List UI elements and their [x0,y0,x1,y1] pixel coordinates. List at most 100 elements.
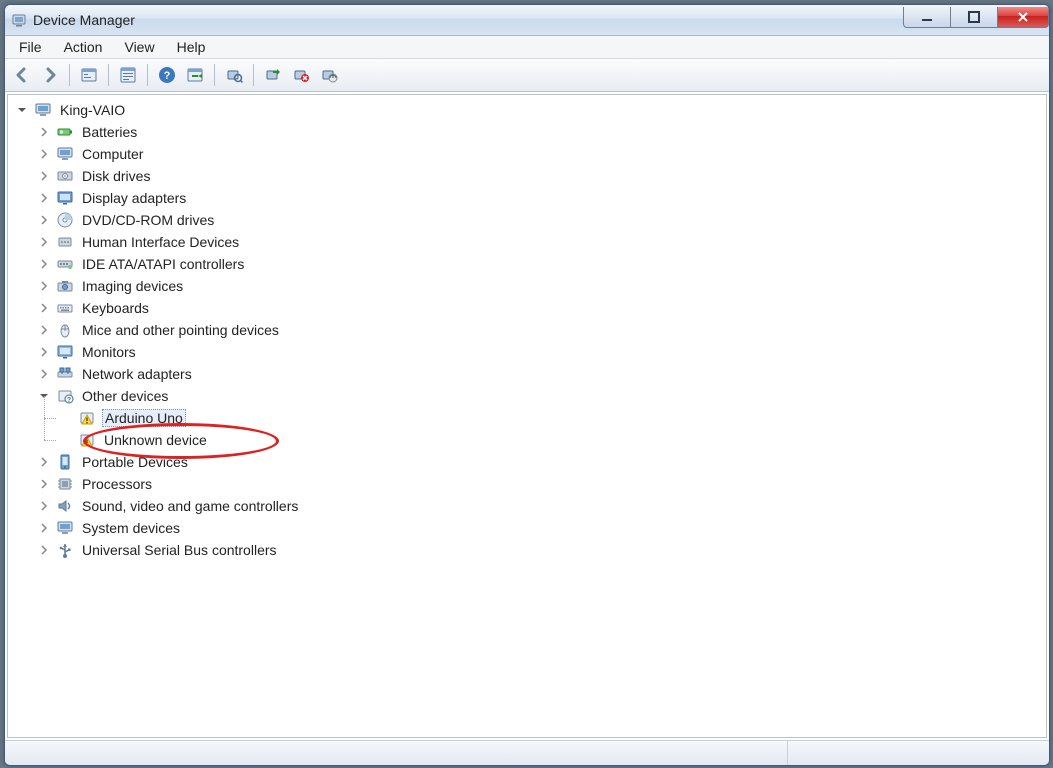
tree-item-label: Arduino Uno [102,409,186,427]
toolbar: ? [5,59,1049,92]
expand-icon[interactable] [38,544,50,556]
expand-icon[interactable] [38,302,50,314]
expand-icon[interactable] [38,126,50,138]
tree-item-label: Portable Devices [80,454,190,470]
status-cell [5,741,788,765]
tree-item-display-adapters[interactable]: Display adapters [36,187,1046,209]
statusbar [5,740,1049,765]
tree-item-label: Disk drives [80,168,152,184]
tree-item-ide[interactable]: IDE ATA/ATAPI controllers [36,253,1046,275]
expand-icon[interactable] [38,346,50,358]
back-button[interactable] [9,62,35,88]
tree-root[interactable]: King-VAIO [14,99,1046,121]
tree-item-computer[interactable]: Computer [36,143,1046,165]
expand-icon[interactable] [38,456,50,468]
disable-button[interactable] [316,62,342,88]
tree-item-portable[interactable]: Portable Devices [36,451,1046,473]
tree-item-label: Human Interface Devices [80,234,241,250]
tree-item-label: IDE ATA/ATAPI controllers [80,256,246,272]
menubar: File Action View Help [5,36,1049,59]
help-button[interactable]: ? [154,62,180,88]
dvd-icon [56,211,74,229]
other-icon: ? [56,387,74,405]
app-icon [11,12,27,28]
expand-icon[interactable] [38,192,50,204]
warning-device-icon [78,431,96,449]
tree-root-label: King-VAIO [58,102,127,118]
tree-item-batteries[interactable]: Batteries [36,121,1046,143]
minimize-button[interactable] [903,7,950,28]
tree-item-label: Sound, video and game controllers [80,498,300,514]
tree-item-imaging[interactable]: Imaging devices [36,275,1046,297]
window-title: Device Manager [33,12,135,28]
monitor-icon [56,343,74,361]
menu-action[interactable]: Action [54,37,113,57]
tree-item-label: Unknown device [102,432,209,448]
expand-icon[interactable] [38,324,50,336]
tree-item-label: Network adapters [80,366,194,382]
tree-item-other-devices[interactable]: ? Other devices [36,385,1046,407]
svg-text:?: ? [164,70,171,82]
expand-icon[interactable] [38,500,50,512]
status-cell [788,741,1049,765]
expand-icon[interactable] [38,170,50,182]
refresh-button[interactable] [182,62,208,88]
tree-item-label: Other devices [80,388,170,404]
tree-item-monitors[interactable]: Monitors [36,341,1046,363]
disk-icon [56,167,74,185]
scan-button[interactable] [221,62,247,88]
tree-item-mice[interactable]: Mice and other pointing devices [36,319,1046,341]
maximize-button[interactable] [950,7,998,28]
window-controls [903,13,1049,28]
tree-item-label: DVD/CD-ROM drives [80,212,216,228]
expand-icon[interactable] [38,522,50,534]
tree-item-dvd[interactable]: DVD/CD-ROM drives [36,209,1046,231]
tree-item-label: Monitors [80,344,138,360]
device-tree-pane[interactable]: King-VAIO Batteries Computer [7,94,1047,738]
tree-item-processors[interactable]: Processors [36,473,1046,495]
tree-item-disk-drives[interactable]: Disk drives [36,165,1046,187]
system-icon [56,519,74,537]
collapse-icon[interactable] [16,104,28,116]
tree-item-keyboards[interactable]: Keyboards [36,297,1046,319]
tree-item-sound[interactable]: Sound, video and game controllers [36,495,1046,517]
tree-item-label: Imaging devices [80,278,185,294]
expand-icon[interactable] [38,368,50,380]
titlebar[interactable]: Device Manager [5,5,1049,36]
hid-icon [56,233,74,251]
uninstall-button[interactable] [288,62,314,88]
expand-icon[interactable] [38,148,50,160]
camera-icon [56,277,74,295]
menu-file[interactable]: File [9,37,52,57]
tree-item-label: Processors [80,476,154,492]
show-hidden-button[interactable] [76,62,102,88]
cpu-icon [56,475,74,493]
forward-button[interactable] [37,62,63,88]
expand-icon[interactable] [38,236,50,248]
warning-device-icon [78,409,96,427]
usb-icon [56,541,74,559]
tree-item-label: Computer [80,146,145,162]
expand-icon[interactable] [38,214,50,226]
expand-icon[interactable] [38,478,50,490]
tree-item-arduino-uno[interactable]: Arduino Uno [58,407,1046,429]
device-manager-window: Device Manager File Action View Help [4,4,1050,766]
update-driver-button[interactable] [260,62,286,88]
network-icon [56,365,74,383]
menu-view[interactable]: View [114,37,164,57]
tree-item-system[interactable]: System devices [36,517,1046,539]
expand-icon[interactable] [38,280,50,292]
menu-help[interactable]: Help [167,37,216,57]
speaker-icon [56,497,74,515]
tree-item-unknown-device[interactable]: Unknown device [58,429,1046,451]
tree-item-hid[interactable]: Human Interface Devices [36,231,1046,253]
close-button[interactable] [998,7,1049,28]
tree-item-label: Display adapters [80,190,188,206]
tree-item-usb[interactable]: Universal Serial Bus controllers [36,539,1046,561]
properties-button[interactable] [115,62,141,88]
tree-item-label: Keyboards [80,300,151,316]
tree-item-network[interactable]: Network adapters [36,363,1046,385]
expand-icon[interactable] [38,258,50,270]
tree-item-label: Universal Serial Bus controllers [80,542,279,558]
portable-icon [56,453,74,471]
